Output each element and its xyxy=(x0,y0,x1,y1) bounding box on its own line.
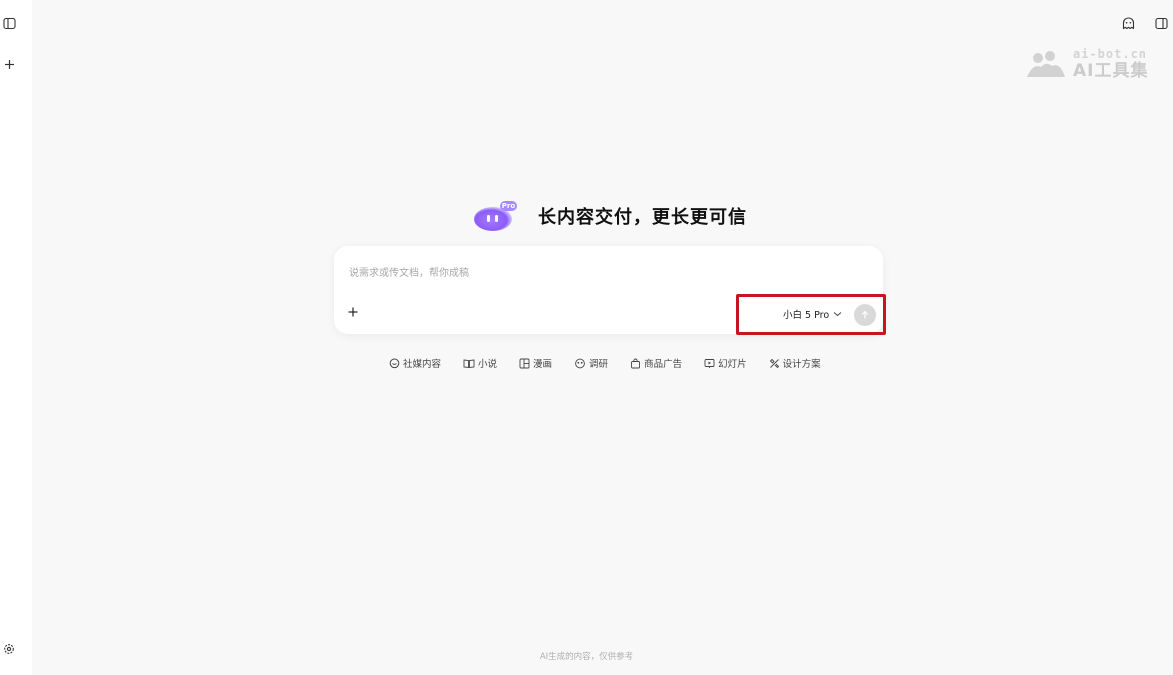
design-icon xyxy=(769,358,779,368)
chip-research[interactable]: 调研 xyxy=(574,356,608,370)
research-icon xyxy=(575,358,585,368)
chip-novel[interactable]: 小说 xyxy=(463,356,497,370)
model-select[interactable]: 小白 5 Pro xyxy=(783,305,842,323)
watermark-name: AI工具集 xyxy=(1073,61,1149,81)
quick-actions: 社媒内容 小说 漫画 调研 商品广告 幻灯片 设计方案 xyxy=(389,355,821,371)
plus-icon[interactable] xyxy=(0,55,18,73)
book-icon xyxy=(463,358,475,368)
ai-disclaimer: AI生成的内容，仅供参考 xyxy=(539,652,634,662)
paw-logo-icon xyxy=(1027,51,1065,77)
chip-comic[interactable]: 漫画 xyxy=(519,356,552,370)
pro-badge: Pro xyxy=(501,202,516,210)
chip-label: 小说 xyxy=(478,359,498,370)
chip-social-content[interactable]: 社媒内容 xyxy=(389,356,441,370)
chip-label: 设计方案 xyxy=(782,359,821,370)
chip-label: 漫画 xyxy=(533,359,553,370)
sidebar-toggle-icon[interactable] xyxy=(0,14,18,32)
prompt-input[interactable] xyxy=(347,262,871,284)
attach-button[interactable] xyxy=(345,304,361,320)
panel-toggle-icon[interactable] xyxy=(1149,11,1173,35)
chat-bubble-icon xyxy=(389,358,400,368)
chip-slides[interactable]: 幻灯片 xyxy=(704,356,747,370)
mascot-icon: Pro xyxy=(472,199,518,233)
comic-icon xyxy=(519,358,530,368)
shopping-bag-icon xyxy=(631,358,641,368)
chip-label: 商品广告 xyxy=(644,359,683,370)
hero: Pro 长内容交付，更长更可信 xyxy=(472,198,747,234)
watermark-domain: ai-bot.cn xyxy=(1073,47,1148,61)
chevron-down-icon xyxy=(833,312,842,317)
chip-design-plan[interactable]: 设计方案 xyxy=(769,356,821,370)
ghost-chat-icon[interactable] xyxy=(1116,11,1140,35)
sidebar xyxy=(0,0,32,675)
model-label: 小白 5 Pro xyxy=(783,310,830,321)
plus-icon xyxy=(348,307,358,317)
page-title: 长内容交付，更长更可信 xyxy=(538,207,747,228)
arrow-up-icon xyxy=(861,310,869,319)
chip-label: 社媒内容 xyxy=(403,359,442,370)
send-button[interactable] xyxy=(854,304,876,326)
slides-icon xyxy=(704,358,715,368)
chip-label: 幻灯片 xyxy=(718,359,747,370)
watermark-logo: ai-bot.cn AI工具集 xyxy=(1025,44,1165,84)
chip-label: 调研 xyxy=(589,359,609,370)
chip-product-ad[interactable]: 商品广告 xyxy=(630,356,682,370)
